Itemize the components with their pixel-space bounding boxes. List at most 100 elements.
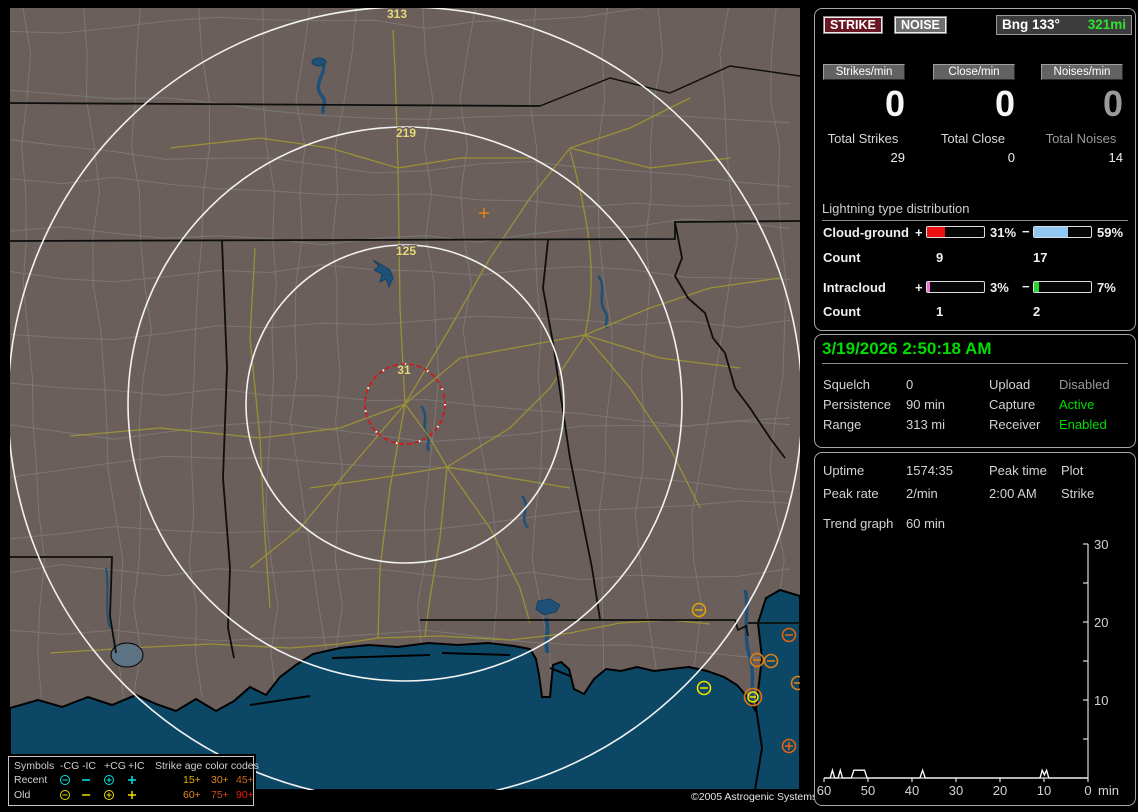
strike-rate-series	[824, 767, 1088, 779]
chart-axes	[823, 543, 1089, 782]
uptime-value: 1574:35	[906, 463, 953, 478]
svg-text:0: 0	[1084, 783, 1091, 798]
persistence-label: Persistence	[823, 397, 891, 412]
distribution-title: Lightning type distribution	[822, 201, 1128, 221]
trend-window-value: 60 min	[906, 516, 946, 531]
trend-graph-label: Trend graph	[823, 516, 894, 531]
trend-graph-chart: 10 20 30 60 50 40 30 20 10 0 min	[817, 537, 1119, 798]
apalachee-water	[753, 588, 800, 790]
cg-count-label: Count	[823, 250, 861, 265]
peak-rate-label: Peak rate	[823, 486, 879, 501]
ring-label-219: 219	[396, 126, 416, 140]
receiver-label: Receiver	[989, 417, 1041, 432]
noises-per-min-value: 0	[1102, 83, 1123, 124]
app-window: 313 219 125 31 Symbols -CG -IC +CG +IC S…	[0, 0, 1138, 812]
total-close-label: Total Close	[940, 131, 1006, 146]
uptime-label: Uptime	[823, 463, 865, 478]
legend-old-label: Old	[14, 789, 31, 801]
total-noises-value: 14	[1108, 150, 1123, 165]
noise-toggle-button[interactable]: NOISE	[894, 16, 947, 34]
total-strikes-value: 29	[890, 150, 905, 165]
svg-text:60: 60	[817, 783, 831, 798]
intracloud-label: Intracloud	[823, 280, 886, 295]
svg-text:30: 30	[949, 783, 963, 798]
ic-minus-bar	[1033, 281, 1092, 293]
noises-per-min-label[interactable]: Noises/min	[1041, 64, 1123, 80]
svg-text:30: 30	[1094, 537, 1108, 552]
close-per-min-label[interactable]: Close/min	[933, 64, 1015, 80]
age-75: 75+	[211, 789, 229, 801]
plus-sign: +	[915, 280, 923, 295]
bearing-readout: Bng 133° 321mi	[996, 15, 1132, 35]
circled-minus-icon	[58, 774, 72, 786]
ic-minus-count: 2	[1033, 304, 1041, 319]
minus-sign: −	[1022, 279, 1030, 294]
trend-panel: Uptime 1574:35 Peak time Plot Peak rate …	[814, 452, 1136, 806]
legend-recent-label: Recent	[14, 774, 48, 786]
circled-plus-icon	[102, 789, 116, 801]
svg-text:10: 10	[1094, 693, 1108, 708]
receiver-status: Enabled	[1059, 417, 1107, 432]
plus-sign: +	[915, 225, 923, 240]
strikes-per-min-value: 0	[884, 83, 905, 124]
ic-minus-pct: 7%	[1097, 280, 1116, 295]
capture-status: Active	[1059, 397, 1095, 412]
svg-text:20: 20	[1094, 615, 1108, 630]
age-90: 90+	[236, 789, 254, 801]
range-label: Range	[823, 417, 862, 432]
ic-plus-count: 1	[936, 304, 944, 319]
minus-icon	[79, 789, 93, 801]
close-per-min-value: 0	[994, 83, 1015, 124]
cg-minus-count: 17	[1033, 250, 1048, 265]
ring-label-31: 31	[397, 363, 411, 377]
legend-col-cg-plus: +CG	[104, 760, 126, 772]
persistence-value: 90 min	[906, 397, 946, 412]
svg-text:50: 50	[861, 783, 875, 798]
copyright-notice: ©2005 Astrogenic Systems	[686, 789, 823, 806]
ring-label-313: 313	[387, 8, 407, 21]
ic-plus-bar	[926, 281, 985, 293]
cloud-ground-label: Cloud-ground	[823, 225, 909, 240]
upload-label: Upload	[989, 377, 1031, 392]
svg-text:10: 10	[1037, 783, 1051, 798]
age-15: 15+	[183, 774, 201, 786]
ic-plus-pct: 3%	[990, 280, 1009, 295]
minus-icon	[79, 774, 93, 786]
cg-minus-pct: 59%	[1097, 225, 1124, 240]
peak-time-value: 2:00 AM	[989, 486, 1037, 501]
circled-minus-icon	[58, 789, 72, 801]
age-45: 45+	[236, 774, 254, 786]
upload-status: Disabled	[1059, 377, 1110, 392]
chart-tick-labels: 10 20 30 60 50 40 30 20 10 0 min	[817, 537, 1119, 798]
svg-text:20: 20	[993, 783, 1007, 798]
total-close-value: 0	[1007, 150, 1015, 165]
legend-title: Symbols	[14, 760, 55, 772]
squelch-label: Squelch	[823, 377, 870, 392]
cg-minus-bar	[1033, 226, 1092, 238]
lightning-map[interactable]: 313 219 125 31	[10, 8, 800, 790]
plus-icon	[125, 789, 139, 801]
strikes-per-min-label[interactable]: Strikes/min	[823, 64, 905, 80]
cg-plus-bar	[926, 226, 985, 238]
plot-mode-value: Strike	[1061, 486, 1095, 501]
datetime-display: 3/19/2026 2:50:18 AM	[822, 339, 1128, 364]
age-30: 30+	[211, 774, 229, 786]
cg-plus-count: 9	[936, 250, 944, 265]
plot-label: Plot	[1061, 463, 1084, 478]
counters-panel: STRIKE NOISE Bng 133° 321mi Strikes/min …	[814, 8, 1136, 331]
circled-plus-icon	[102, 774, 116, 786]
total-noises-label: Total Noises	[1045, 131, 1117, 146]
squelch-value: 0	[906, 377, 914, 392]
legend-age-title: Strike age color codes	[155, 760, 259, 772]
peak-rate-value: 2/min	[906, 486, 938, 501]
total-strikes-label: Total Strikes	[827, 131, 899, 146]
peak-time-label: Peak time	[989, 463, 1047, 478]
status-panel: 3/19/2026 2:50:18 AM Squelch 0 Upload Di…	[814, 334, 1136, 448]
ring-label-125: 125	[396, 244, 416, 258]
capture-label: Capture	[989, 397, 1036, 412]
strike-toggle-button[interactable]: STRIKE	[823, 16, 883, 34]
legend-col-ic-plus: +IC	[128, 760, 145, 772]
age-60: 60+	[183, 789, 201, 801]
minus-sign: −	[1022, 224, 1030, 239]
legend-col-ic-minus: -IC	[82, 760, 96, 772]
